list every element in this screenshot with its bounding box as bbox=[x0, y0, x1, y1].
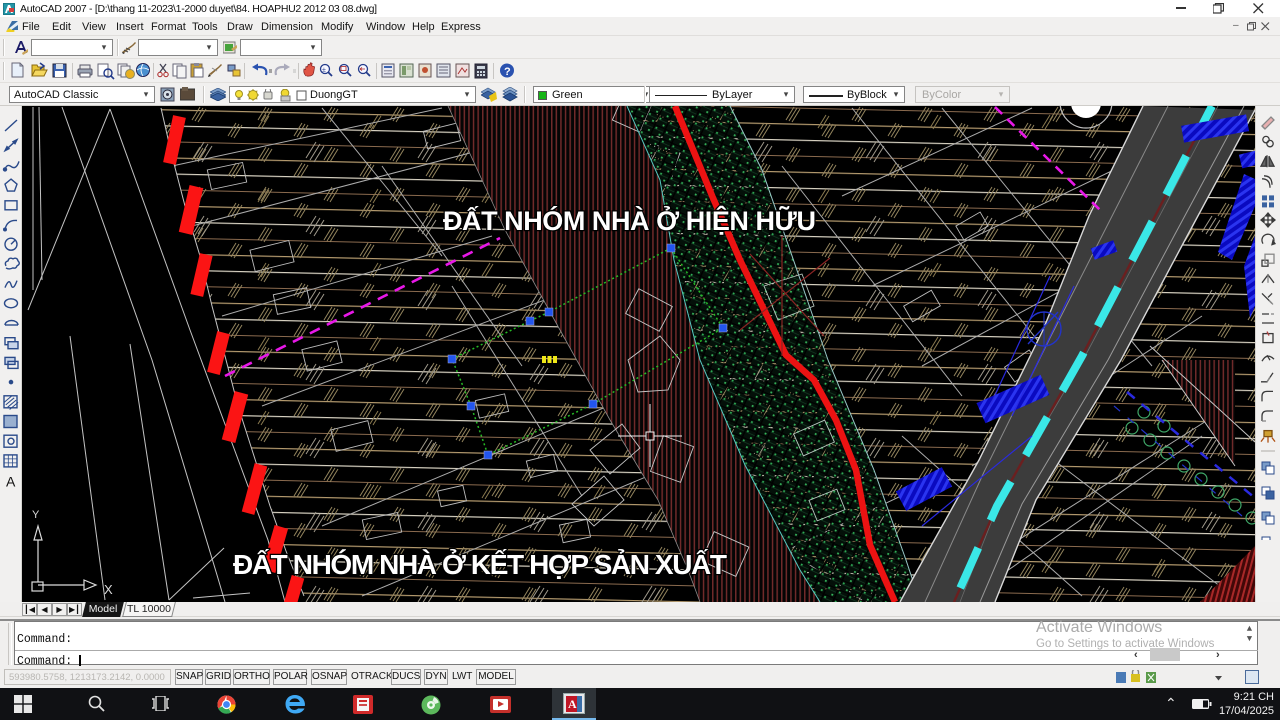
svg-text:X: X bbox=[104, 582, 113, 597]
svg-text:±: ± bbox=[322, 67, 326, 74]
svg-text:ĐẤT NHÓM NHÀ Ở KẾT HỢP SẢN XUẤ: ĐẤT NHÓM NHÀ Ở KẾT HỢP SẢN XUẤT bbox=[233, 548, 727, 580]
svg-text:Y: Y bbox=[32, 509, 40, 521]
svg-text:?: ? bbox=[504, 66, 511, 78]
svg-text:A: A bbox=[6, 474, 16, 490]
svg-text:ĐẤT NHÓM NHÀ Ở HIỆN HỮU: ĐẤT NHÓM NHÀ Ở HIỆN HỮU bbox=[443, 204, 816, 236]
